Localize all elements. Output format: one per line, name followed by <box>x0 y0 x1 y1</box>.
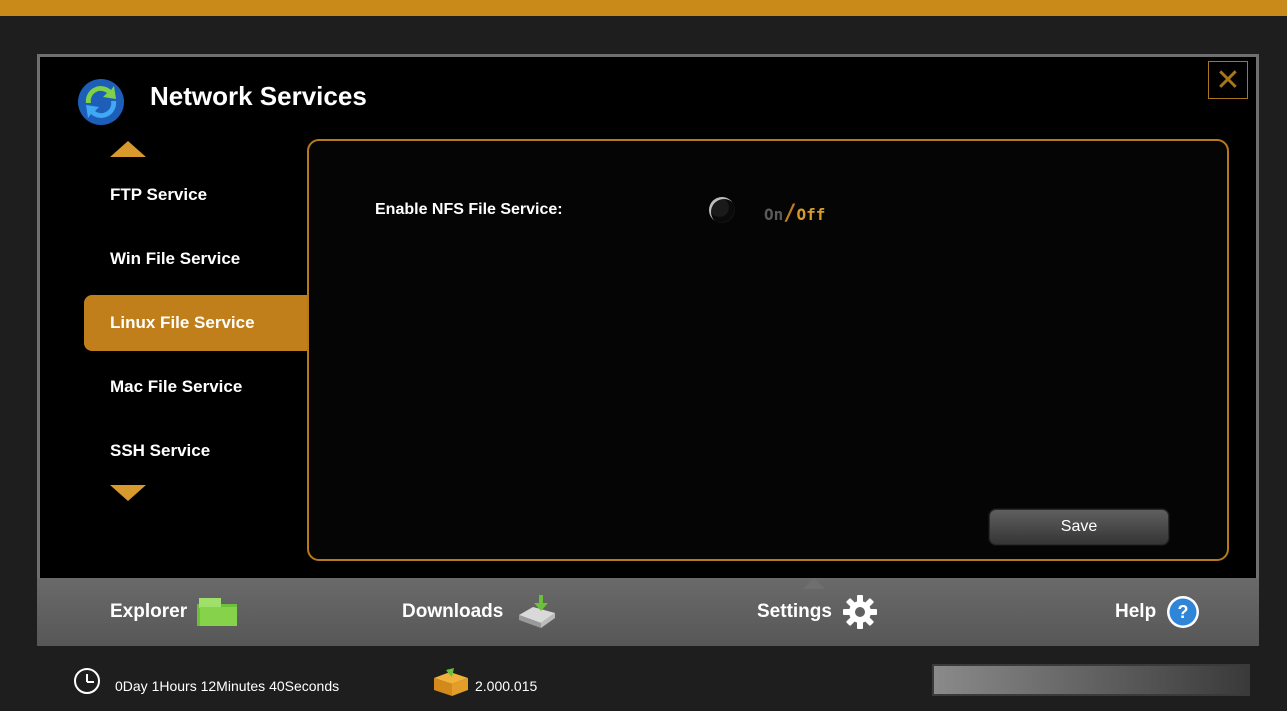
svg-text:?: ? <box>1178 602 1189 622</box>
enable-nfs-label: Enable NFS File Service: <box>375 201 563 218</box>
firmware-version: 2.000.015 <box>475 678 538 694</box>
tab-settings-label: Settings <box>757 601 832 622</box>
tab-explorer-label: Explorer <box>110 601 188 622</box>
page-title: Network Services <box>150 81 367 111</box>
uptime-text: 0Day 1Hours 12Minutes 40Seconds <box>115 678 340 694</box>
toggle-off-label[interactable]: Off <box>797 205 826 224</box>
progress-bar <box>932 664 1250 696</box>
content-panel: Enable NFS File Service: On/Off Save <box>307 139 1229 561</box>
tab-downloads[interactable]: Downloads <box>402 578 559 646</box>
sidebar-item-mac-file-service[interactable]: Mac File Service <box>84 359 308 415</box>
save-button[interactable]: Save <box>989 509 1169 545</box>
folder-icon <box>197 598 238 626</box>
tab-explorer[interactable]: Explorer <box>110 578 238 646</box>
scroll-up-arrow-icon[interactable] <box>110 141 146 157</box>
close-icon[interactable]: ✕ <box>1208 61 1248 99</box>
tab-downloads-label: Downloads <box>402 601 504 622</box>
download-drive-icon <box>519 595 556 628</box>
firmware-box-icon <box>434 668 468 696</box>
sidebar-item-linux-file-service[interactable]: Linux File Service <box>84 295 308 351</box>
toggle-on-label[interactable]: On <box>764 205 783 224</box>
tab-help[interactable]: Help ? <box>1115 578 1200 646</box>
help-icon: ? <box>1167 596 1200 628</box>
network-services-window: ✕ Network Services FTP Service Win File … <box>37 54 1259 578</box>
top-accent-bar <box>0 0 1287 16</box>
gear-icon <box>842 595 877 629</box>
enable-nfs-radio[interactable] <box>709 197 735 223</box>
scroll-down-arrow-icon[interactable] <box>110 485 146 501</box>
tab-help-label: Help <box>1115 601 1157 622</box>
progress-fill <box>934 666 1248 694</box>
on-off-toggle[interactable]: On/Off <box>764 201 825 226</box>
sidebar-item-ssh-service[interactable]: SSH Service <box>84 423 308 479</box>
active-tab-caret-icon <box>803 578 825 589</box>
top-spacer <box>0 16 1287 54</box>
clock-icon <box>74 668 100 694</box>
sync-logo-icon <box>78 79 124 125</box>
toggle-separator: / <box>783 201 797 226</box>
sidebar-item-win-file-service[interactable]: Win File Service <box>84 231 308 287</box>
bottom-tab-bar: Explorer Downloads Settings Help ? <box>37 578 1259 646</box>
sidebar-item-ftp-service[interactable]: FTP Service <box>84 167 308 223</box>
